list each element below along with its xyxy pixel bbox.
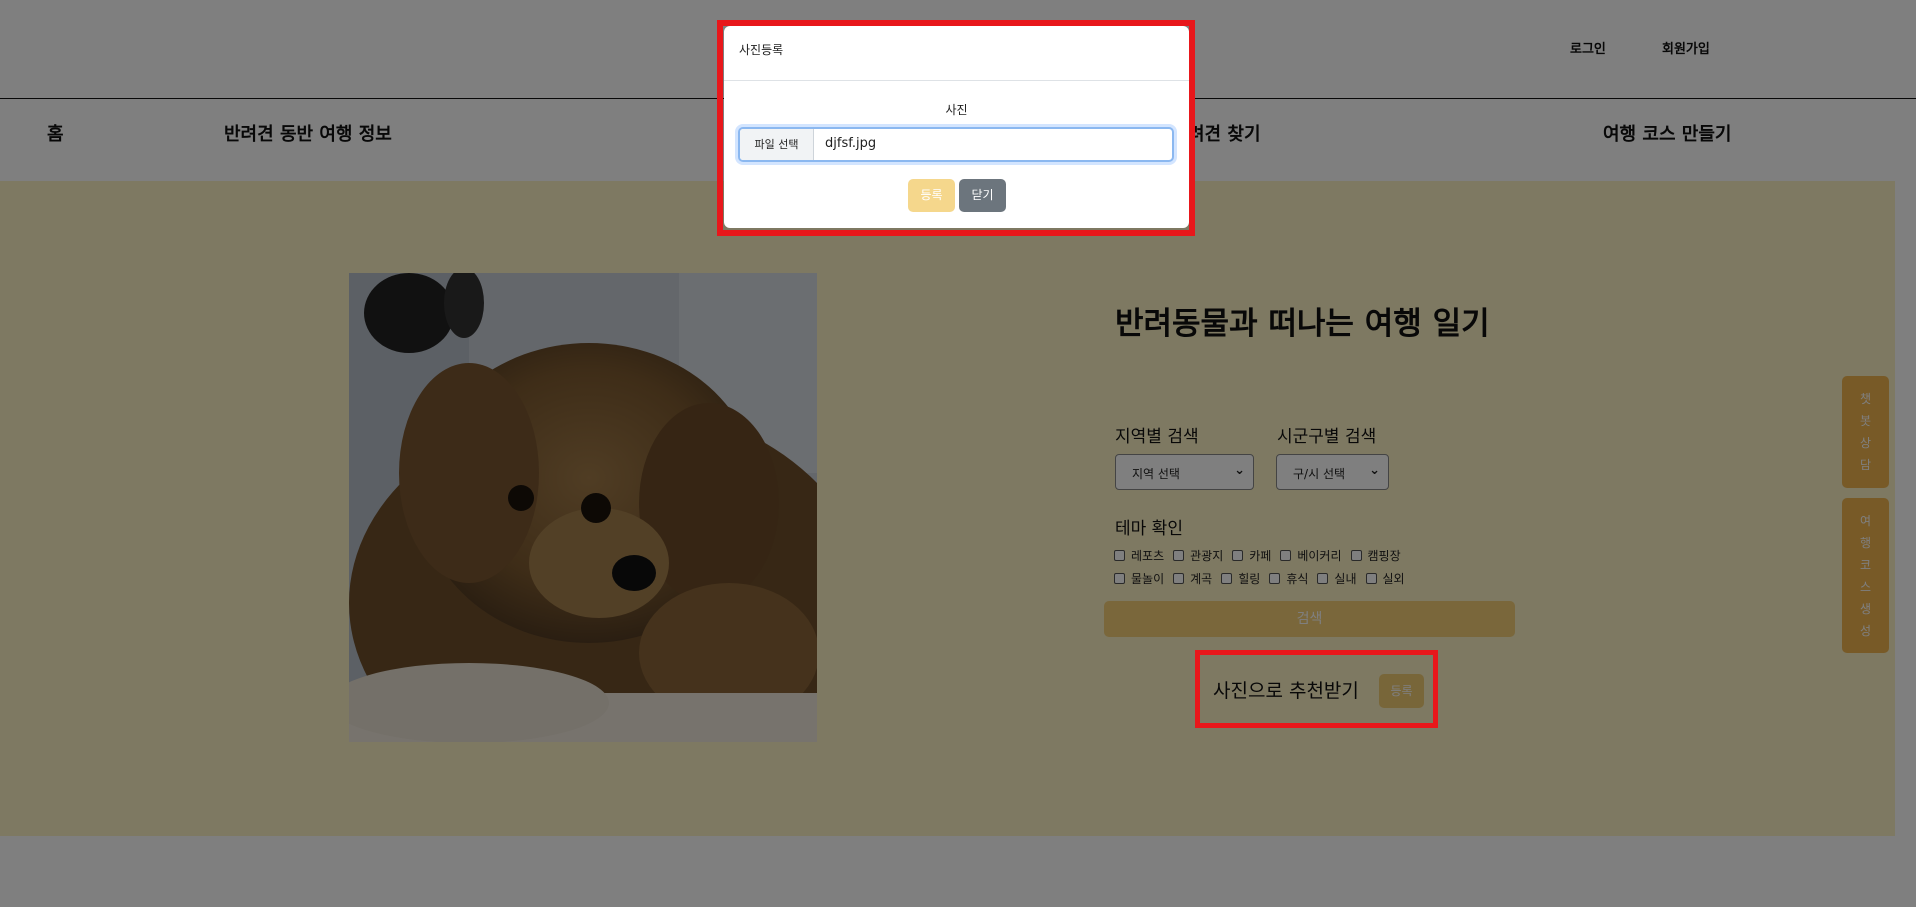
modal-register-button[interactable]: 등록 [908, 179, 955, 212]
selected-file-name: djfsf.jpg [825, 136, 877, 151]
modal-header: 사진등록 [724, 26, 1189, 81]
photo-field-label: 사진 [945, 103, 968, 117]
modal-close-button[interactable]: 닫기 [959, 179, 1006, 212]
modal-title: 사진등록 [739, 43, 784, 57]
highlight-box-photo [1195, 650, 1438, 728]
file-input[interactable]: 파일 선택 djfsf.jpg [738, 127, 1174, 162]
choose-file-button[interactable]: 파일 선택 [740, 129, 814, 160]
photo-upload-modal: 사진등록 사진 파일 선택 djfsf.jpg 등록 닫기 [724, 26, 1189, 228]
